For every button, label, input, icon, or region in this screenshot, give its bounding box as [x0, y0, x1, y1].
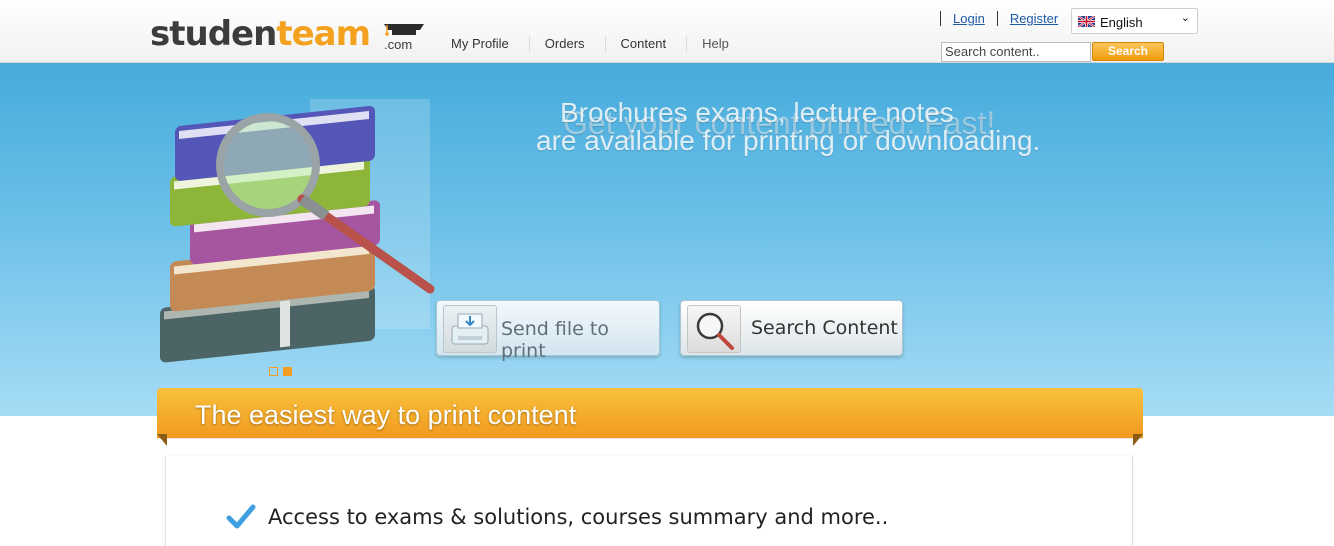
magnifier-icon: [687, 305, 741, 353]
auth-links: Login Register: [940, 11, 1070, 26]
main-nav: My Profile Orders Content Help: [436, 36, 749, 52]
nav-my-profile[interactable]: My Profile: [436, 36, 530, 52]
section-banner: The easiest way to print content: [157, 384, 1143, 456]
language-select[interactable]: English ⌄: [1071, 8, 1198, 34]
ribbon-fold-right: [1133, 434, 1143, 446]
send-file-to-print-button[interactable]: Send file to print: [436, 300, 660, 362]
nav-help[interactable]: Help: [687, 36, 749, 52]
logo-domain-suffix: .com: [384, 37, 413, 52]
slider-pagination: [269, 367, 292, 376]
chevron-down-icon: ⌄: [1180, 12, 1190, 24]
slide-dot-2[interactable]: [283, 367, 292, 376]
printer-icon: [443, 305, 497, 353]
section-banner-ribbon: The easiest way to print content: [157, 388, 1143, 438]
send-file-label: Send file to print: [501, 318, 609, 362]
logo-text-part1: studen: [150, 14, 277, 54]
hero-headline-line1: Brochures exams, lecture notes: [560, 97, 954, 128]
feature-text: Access to exams & solutions, courses sum…: [268, 505, 889, 529]
hero-headline-line2: are available for printing or downloadin…: [536, 125, 1041, 156]
graduation-cap-icon: [384, 24, 424, 36]
search-button[interactable]: Search: [1092, 42, 1164, 61]
section-title: The easiest way to print content: [195, 400, 577, 430]
checkmark-icon: [226, 504, 256, 529]
logo-text-part2: team: [276, 14, 371, 54]
uk-flag-icon: [1078, 16, 1095, 27]
login-link[interactable]: Login: [940, 11, 997, 26]
site-header: studenteam .com My Profile Orders Conten…: [0, 0, 1334, 63]
language-label: English: [1100, 15, 1143, 30]
search-content-label: Search Content: [751, 317, 898, 339]
register-link[interactable]: Register: [996, 11, 1070, 26]
slide-dot-1[interactable]: [269, 367, 278, 376]
content-panel: Access to exams & solutions, courses sum…: [165, 456, 1133, 546]
hero-banner: Get your content printed. Fast! Brochure…: [0, 63, 1334, 416]
books-magnifier-illustration: [160, 99, 435, 363]
feature-item: Access to exams & solutions, courses sum…: [226, 504, 888, 530]
ribbon-fold-left: [157, 434, 167, 446]
nav-orders[interactable]: Orders: [530, 36, 606, 52]
studenteam-logo[interactable]: studenteam .com: [150, 14, 424, 54]
nav-content[interactable]: Content: [606, 36, 688, 52]
search-content-button[interactable]: Search Content: [680, 300, 903, 356]
search-input[interactable]: Search content..: [941, 42, 1091, 62]
